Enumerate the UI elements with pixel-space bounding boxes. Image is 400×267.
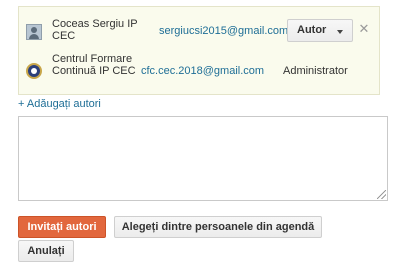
author-row: Centrul Formare Continuă IP CEC cfc.cec.… <box>19 51 379 95</box>
author-name: Coceas Sergiu IP CEC <box>52 18 138 42</box>
authors-list: Coceas Sergiu IP CEC sergiucsi2015@gmail… <box>18 6 380 95</box>
author-row: Coceas Sergiu IP CEC sergiucsi2015@gmail… <box>19 15 379 51</box>
invite-authors-button[interactable]: Invitați autori <box>18 216 106 238</box>
author-email: sergiucsi2015@gmail.com <box>159 25 289 37</box>
add-authors-link[interactable]: + Adăugați autori <box>18 98 101 110</box>
close-icon[interactable]: ✕ <box>358 22 370 35</box>
person-avatar-icon <box>26 24 42 40</box>
author-role: Administrator <box>283 65 348 77</box>
chevron-down-icon <box>337 30 343 34</box>
invite-authors-input[interactable] <box>18 116 388 201</box>
resize-grip-icon[interactable] <box>377 190 386 199</box>
cancel-button[interactable]: Anulați <box>18 240 74 262</box>
author-name: Centrul Formare Continuă IP CEC <box>52 53 136 77</box>
role-dropdown-label: Autor <box>297 24 327 36</box>
choose-contacts-button[interactable]: Alegeți dintre persoanele din agendă <box>114 216 322 238</box>
org-logo-icon <box>26 63 42 79</box>
role-dropdown[interactable]: Autor <box>287 19 353 42</box>
author-email: cfc.cec.2018@gmail.com <box>141 65 265 77</box>
